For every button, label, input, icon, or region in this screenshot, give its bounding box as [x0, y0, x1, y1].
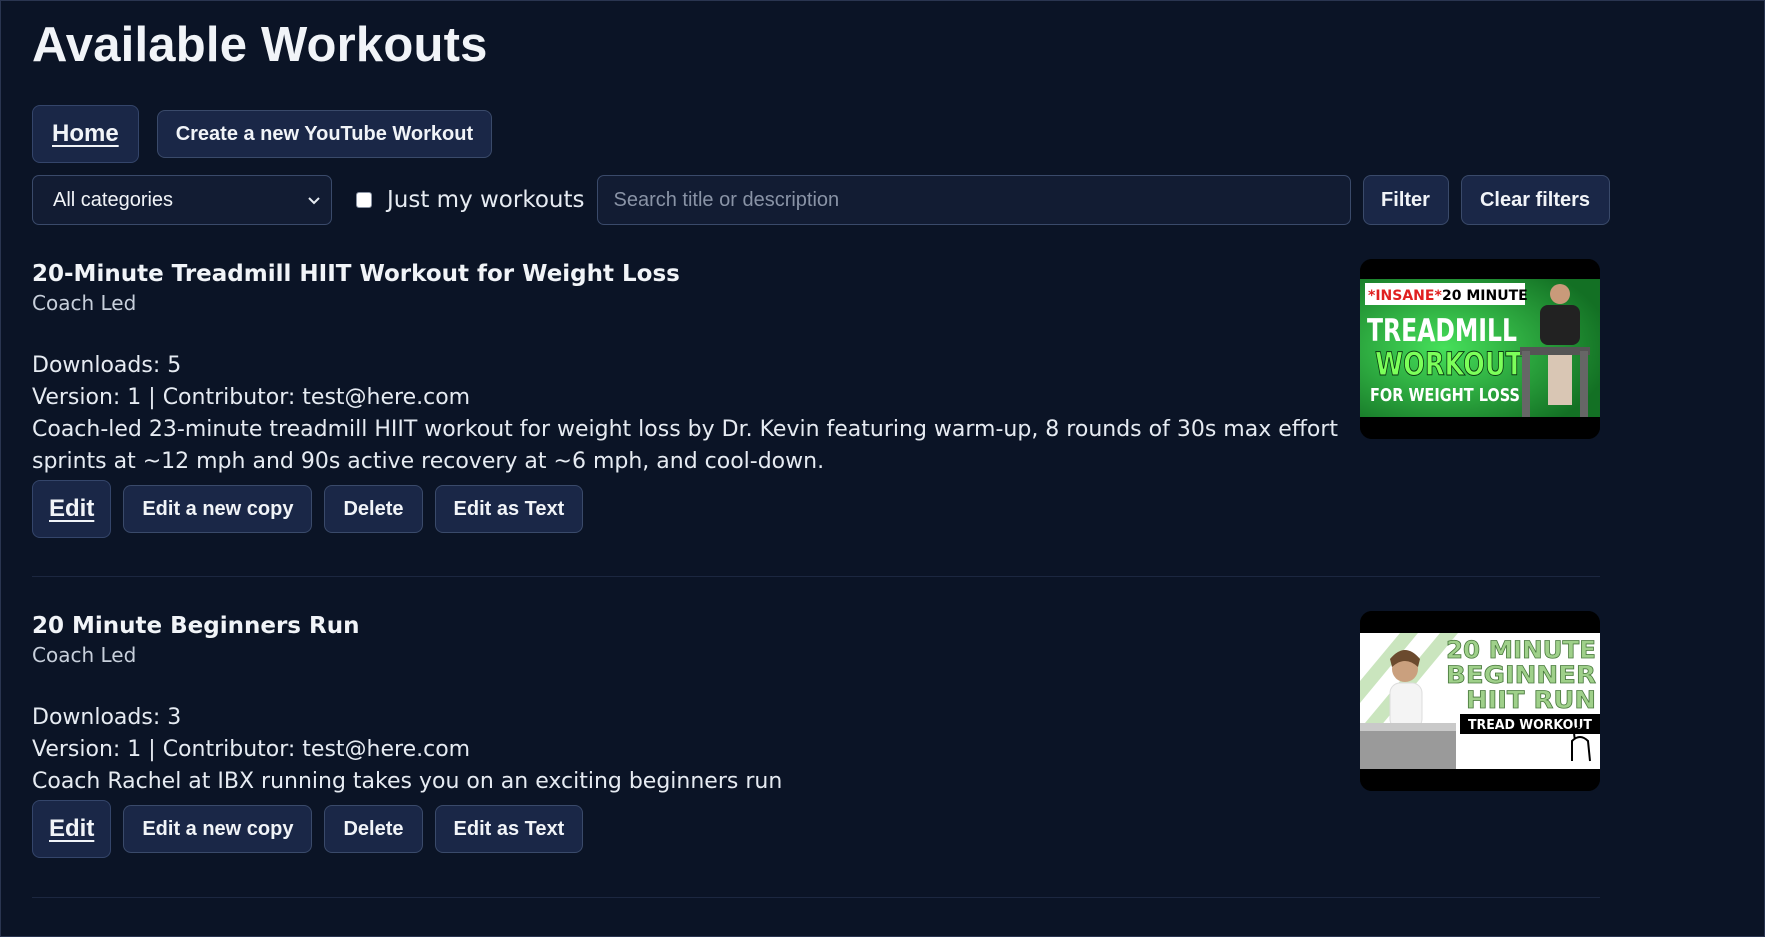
edit-as-text-button[interactable]: Edit as Text [434, 805, 584, 853]
workout-thumbnail[interactable]: *INSANE* 20 MINUTE TREADMILL WORKOUT FOR… [1360, 259, 1600, 439]
workout-card: 20-Minute Treadmill HIIT Workout for Wei… [32, 259, 1600, 577]
workouts-page: Available Workouts Home Create a new You… [1, 1, 1632, 898]
thumb-line2: BEGINNER [1446, 661, 1596, 689]
thumb-tag: *INSANE* [1368, 288, 1442, 304]
thumb-line3: HIIT RUN [1466, 686, 1596, 714]
thumb-line2: TREADMILL [1367, 313, 1517, 349]
clear-filters-button[interactable]: Clear filters [1460, 175, 1610, 225]
edit-copy-button[interactable]: Edit a new copy [123, 805, 313, 853]
workout-downloads: Downloads: 3 [32, 705, 182, 730]
thumb-line3: WORKOUT [1375, 345, 1523, 383]
workout-version: Version: 1 | Contributor: test@here.com [32, 737, 471, 762]
workout-version: Version: 1 | Contributor: test@here.com [32, 385, 471, 410]
home-link[interactable]: Home [32, 105, 139, 163]
filter-button[interactable]: Filter [1362, 175, 1449, 225]
workout-card: 20 Minute Beginners Run Coach Led Downlo… [32, 611, 1600, 898]
search-input[interactable] [596, 175, 1351, 225]
workout-description: Coach Rachel at IBX running takes you on… [32, 769, 783, 794]
edit-link[interactable]: Edit [32, 800, 112, 858]
thumb-line4: TREAD WORKOUT [1468, 718, 1592, 733]
just-my-workouts-checkbox[interactable] [356, 192, 372, 208]
category-select[interactable]: All categories [32, 175, 332, 225]
workout-description: Coach-led 23-minute treadmill HIIT worko… [32, 417, 1339, 474]
edit-copy-button[interactable]: Edit a new copy [123, 485, 313, 533]
page-title: Available Workouts [32, 18, 488, 72]
just-my-workouts-toggle[interactable]: Just my workouts [356, 187, 585, 213]
workout-thumbnail[interactable]: 20 MINUTE BEGINNER HIIT RUN TREAD WORKOU… [1360, 611, 1600, 791]
edit-as-text-button[interactable]: Edit as Text [434, 485, 584, 533]
chevron-down-icon [307, 193, 321, 207]
create-youtube-workout-button[interactable]: Create a new YouTube Workout [156, 110, 493, 158]
filter-bar: All categories Just my workouts Filter C… [32, 175, 1632, 225]
workout-downloads: Downloads: 5 [32, 353, 182, 378]
top-nav: Home Create a new YouTube Workout [32, 105, 1632, 163]
thumb-line1: 20 MINUTE [1446, 636, 1596, 664]
edit-link[interactable]: Edit [32, 480, 112, 538]
delete-button[interactable]: Delete [324, 805, 423, 853]
workout-actions: Edit Edit a new copy Delete Edit as Text [32, 480, 1600, 538]
thumb-line1: 20 MINUTE [1442, 288, 1528, 304]
workout-actions: Edit Edit a new copy Delete Edit as Text [32, 800, 1600, 858]
just-my-workouts-label: Just my workouts [387, 187, 585, 213]
category-select-value: All categories [53, 188, 174, 211]
thumb-line4: FOR WEIGHT LOSS [1370, 385, 1520, 406]
delete-button[interactable]: Delete [324, 485, 423, 533]
